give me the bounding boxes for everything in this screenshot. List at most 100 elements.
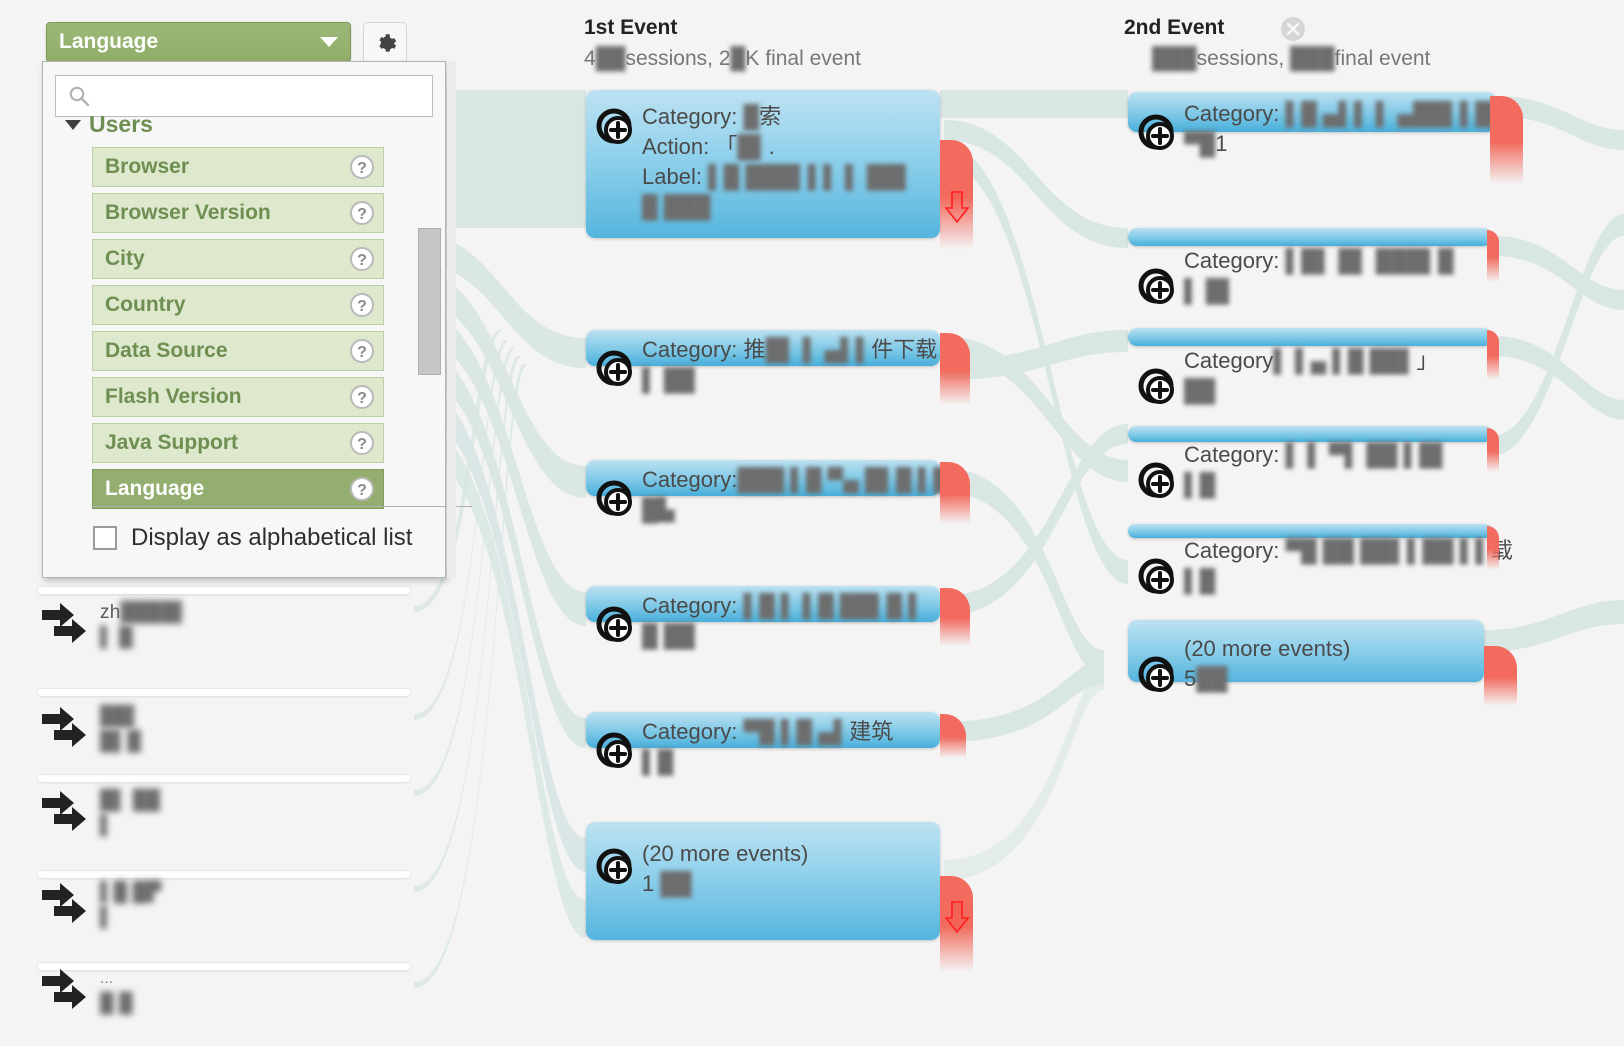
expand-node-icon[interactable] <box>594 106 638 150</box>
question-mark-icon[interactable]: ? <box>349 200 375 226</box>
redacted-text: ▌█ █▛ <box>100 882 162 903</box>
dimension-item-flash-version[interactable]: Flash Version ? <box>92 377 384 417</box>
alphabetical-list-checkbox[interactable]: Display as alphabetical list <box>93 524 412 552</box>
dimension-item-java-support[interactable]: Java Support ? <box>92 423 384 463</box>
redacted-text: ▌ <box>100 815 114 836</box>
dropoff-bar <box>940 462 970 524</box>
dropoff-bar <box>1487 428 1499 472</box>
expand-node-icon[interactable] <box>1136 112 1180 156</box>
checkbox-box[interactable] <box>93 526 117 550</box>
dimension-item-label: Browser <box>105 155 190 178</box>
svg-text:?: ? <box>357 206 367 223</box>
redacted-text: ▌ <box>100 907 114 928</box>
page-title: 2nd Event <box>1124 16 1225 39</box>
search-input[interactable] <box>98 84 432 108</box>
dimension-item-country[interactable]: Country ? <box>92 285 384 325</box>
list-item[interactable]: ... █ █ <box>38 962 410 1016</box>
event-node-text: (20 more events) 1 ██ <box>642 841 809 896</box>
dimension-dropdown-label: Language <box>59 30 159 53</box>
question-mark-icon[interactable]: ? <box>349 154 375 180</box>
close-circle-icon[interactable] <box>1280 16 1306 42</box>
list-item[interactable]: ▌█ █▛ ▌ <box>38 876 410 930</box>
dimension-item-browser-version[interactable]: Browser Version ? <box>92 193 384 233</box>
event-node[interactable]: Category: ▌█▌ █▌ ███▌█ ▌ █▌ <box>1128 228 1492 304</box>
dropoff-bar <box>1487 526 1499 570</box>
expand-node-icon[interactable] <box>1136 654 1180 698</box>
dropoff-bar <box>1490 96 1523 184</box>
expand-node-icon[interactable] <box>1136 556 1180 600</box>
gear-icon <box>379 34 397 52</box>
settings-gear-button[interactable] <box>363 22 407 66</box>
column-header-2nd-event: 2nd Event ███sessions, ███final event <box>1124 16 1430 71</box>
event-node-text: Category: ▌█ ▌ ▌█ ██▌█ ▌ █ ██ <box>642 593 924 648</box>
expand-node-icon[interactable] <box>594 846 638 890</box>
event-node-more[interactable]: (20 more events) 5██ <box>1128 620 1484 692</box>
triangle-down-icon <box>65 119 81 130</box>
event-node-text: Category: ▀█ ██ ██▌▌██ ▌▌载 ▌█ <box>1184 538 1513 593</box>
dimension-item-label: Data Source <box>105 339 228 362</box>
dimension-item-city[interactable]: City ? <box>92 239 384 279</box>
expand-node-icon[interactable] <box>1136 460 1180 504</box>
question-mark-icon[interactable]: ? <box>349 292 375 318</box>
dimension-group-label: Users <box>89 111 153 137</box>
double-arrow-icon <box>42 603 86 643</box>
redacted-text: █▌ ██ <box>100 790 161 811</box>
event-node[interactable]: Category:███ ▌█ ▀▄ █▌█ ▌█ █▙ <box>586 460 949 522</box>
expand-node-icon[interactable] <box>594 604 638 648</box>
event-node-text: Category: █索 Action: 「█▌. Label: ▌█ ███▌… <box>642 104 914 219</box>
expand-node-icon[interactable] <box>1136 366 1180 410</box>
event-node-text: Category▌ ▌▄ ▌█ ██▌」 ██ <box>1184 348 1439 403</box>
dimension-item-language[interactable]: Language ? <box>92 469 384 509</box>
svg-text:?: ? <box>357 436 367 453</box>
question-mark-icon[interactable]: ? <box>349 430 375 456</box>
svg-text:?: ? <box>357 390 367 407</box>
question-mark-icon[interactable]: ? <box>349 246 375 272</box>
question-mark-icon[interactable]: ? <box>349 338 375 364</box>
scrollbar-track[interactable] <box>447 61 456 578</box>
redacted-text: ████▌ <box>120 602 189 623</box>
expand-node-icon[interactable] <box>1136 266 1180 310</box>
list-item-label: zh <box>100 602 121 623</box>
event-node[interactable]: Category: ▀█ ██ ██▌▌██ ▌▌载 ▌█ <box>1128 524 1513 594</box>
question-mark-icon[interactable]: ? <box>349 384 375 410</box>
event-node[interactable]: Category: ▀█ ▌█ ▄▌建筑 ▌█ <box>586 712 940 774</box>
expand-node-icon[interactable] <box>594 348 638 392</box>
dropoff-bar <box>940 333 970 405</box>
column-subtitle: 4██sessions, 2█K final event <box>584 47 861 70</box>
list-item[interactable]: █▌ ██ ▌ <box>38 784 410 838</box>
scrollbar-thumb[interactable] <box>418 228 441 375</box>
double-arrow-icon <box>42 707 86 747</box>
dropoff-bar <box>940 588 970 646</box>
event-node[interactable]: Category: 推█▌ ▌ ▄▌▌件下载 ▌ ██ <box>586 330 940 392</box>
double-arrow-icon <box>42 791 86 831</box>
dimension-dropdown-button[interactable]: Language <box>46 22 351 62</box>
event-node[interactable]: Category: █索 Action: 「█▌. Label: ▌█ ███▌… <box>586 90 940 238</box>
event-node-text: Category: 推█▌ ▌ ▄▌▌件下载 ▌ ██ <box>642 337 938 392</box>
redacted-text: █ █ <box>100 993 133 1014</box>
expand-node-icon[interactable] <box>594 478 638 522</box>
list-item[interactable]: zh████▌ ▌ █ <box>38 596 410 650</box>
dropoff-bar <box>1487 230 1499 282</box>
list-item[interactable]: ██▌ █▌█ <box>38 700 410 754</box>
dimension-item-label: City <box>105 247 145 270</box>
event-node[interactable]: Category: ▌█ ▄▌▌ ▌ ▄██▌▌█▌ ▀█1 <box>1128 92 1506 156</box>
expand-node-icon[interactable] <box>594 730 638 774</box>
dimension-item-browser[interactable]: Browser ? <box>92 147 384 187</box>
dimension-item-data-source[interactable]: Data Source ? <box>92 331 384 371</box>
event-node-text: Category: ▌█ ▄▌▌ ▌ ▄██▌▌█▌ ▀█1 <box>1184 101 1507 156</box>
event-node-text: Category: ▀█ ▌█ ▄▌建筑 ▌█ <box>642 719 894 774</box>
list-item-label: ... <box>100 970 114 987</box>
page-title: 1st Event <box>584 16 678 39</box>
dimension-item-label: Browser Version <box>105 201 271 224</box>
dimension-group-users[interactable]: Users <box>65 111 153 138</box>
svg-text:?: ? <box>357 252 367 269</box>
dimension-list: Browser ? Browser Version ? City ? Count… <box>92 147 384 515</box>
question-mark-icon[interactable]: ? <box>349 476 375 502</box>
more-events-label: (20 more events) <box>1184 636 1351 661</box>
event-node[interactable]: Category▌ ▌▄ ▌█ ██▌」 ██ <box>1128 328 1492 404</box>
redacted-text: ██▌ <box>100 706 141 727</box>
event-node-more[interactable]: (20 more events) 1 ██ <box>586 822 940 940</box>
event-node[interactable]: Category: ▌ ▌ ▀▌ ██ ▌█▌ ▌█ <box>1128 426 1492 498</box>
event-node[interactable]: Category: ▌█ ▌ ▌█ ██▌█ ▌ █ ██ <box>586 586 940 648</box>
events-flow-report: zh████▌ ▌ █ ██▌ █▌█ █▌ ██ ▌ ▌ █ █▛ ▌ ... … <box>0 0 1624 1046</box>
